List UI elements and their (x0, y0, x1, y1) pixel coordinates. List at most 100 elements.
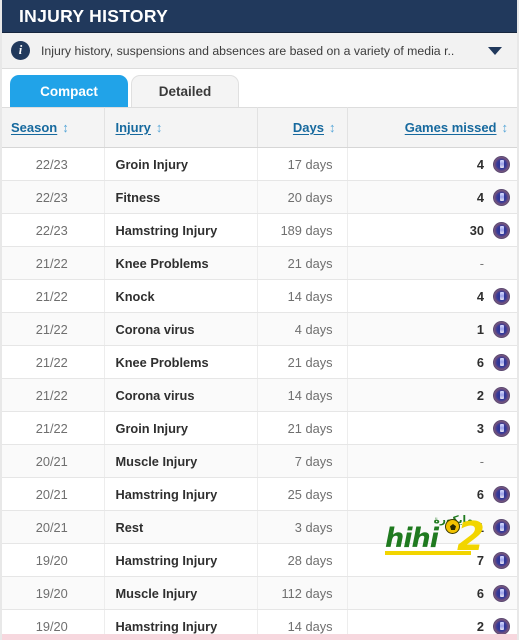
cell-injury: Groin Injury (104, 147, 258, 181)
table-row[interactable]: 22/23 Fitness 20 days 4 (0, 180, 519, 214)
games-missed-value: - (479, 255, 484, 271)
table-row[interactable]: 19/20 Muscle Injury 112 days 6 (0, 576, 519, 610)
table-row[interactable]: 22/23 Groin Injury 17 days 4 (0, 147, 519, 181)
column-header-days-label[interactable]: Days (293, 120, 324, 135)
table-row[interactable]: 22/23 Hamstring Injury 189 days 30 (0, 213, 519, 247)
games-missed-value: 4 (476, 288, 484, 304)
club-crest-icon[interactable] (493, 320, 510, 338)
cell-injury: Corona virus (104, 378, 258, 412)
column-header-season-label[interactable]: Season (11, 120, 57, 135)
cell-days: 28 days (257, 543, 348, 577)
cell-games-missed: 1 (347, 312, 519, 346)
sort-icon-days[interactable]: ↕ (329, 121, 336, 134)
cell-season: 21/22 (0, 312, 105, 346)
club-crest-icon[interactable] (493, 188, 510, 206)
chevron-down-icon[interactable] (485, 41, 505, 61)
column-header-injury-label[interactable]: Injury (116, 120, 151, 135)
column-header-season[interactable]: Season ↕ (0, 107, 105, 148)
table-row[interactable]: 20/21 Muscle Injury 7 days - (0, 444, 519, 478)
cell-days: 21 days (257, 246, 348, 280)
column-header-games-missed[interactable]: Games missed ↕ (347, 107, 519, 148)
club-crest-icon[interactable] (493, 584, 510, 602)
club-crest-icon[interactable] (493, 155, 510, 173)
cell-games-missed: 6 (347, 477, 519, 511)
tab-compact[interactable]: Compact (10, 75, 128, 107)
club-crest-icon[interactable] (493, 221, 510, 239)
table-row[interactable]: 20/21 Rest 3 days 1 (0, 510, 519, 544)
cell-season: 21/22 (0, 378, 105, 412)
club-crest-icon[interactable] (493, 419, 510, 437)
cell-games-missed: 30 (347, 213, 519, 247)
sort-icon-injury[interactable]: ↕ (156, 121, 163, 134)
games-missed-wrapper: 2 (359, 617, 510, 635)
bottom-accent-band (0, 634, 519, 640)
cell-days: 4 days (257, 312, 348, 346)
cell-games-missed: 2 (347, 378, 519, 412)
games-missed-value: 4 (476, 156, 484, 172)
games-missed-value: 30 (469, 222, 484, 238)
cell-season: 22/23 (0, 213, 105, 247)
column-header-injury[interactable]: Injury ↕ (104, 107, 258, 148)
table-row[interactable]: 21/22 Corona virus 14 days 2 (0, 378, 519, 412)
cell-days: 14 days (257, 378, 348, 412)
cell-days: 189 days (257, 213, 348, 247)
table-row[interactable]: 21/22 Knee Problems 21 days - (0, 246, 519, 280)
injury-history-table: Season ↕ Injury ↕ Days ↕ Games missed ↕ … (0, 107, 519, 640)
club-crest-icon[interactable] (493, 485, 510, 503)
table-row[interactable]: 21/22 Groin Injury 21 days 3 (0, 411, 519, 445)
table-header: Season ↕ Injury ↕ Days ↕ Games missed ↕ (0, 107, 519, 148)
cell-days: 21 days (257, 345, 348, 379)
games-missed-value: 1 (476, 321, 484, 337)
cell-season: 22/23 (0, 180, 105, 214)
club-crest-icon[interactable] (493, 617, 510, 635)
club-crest-icon[interactable] (493, 386, 510, 404)
column-header-days[interactable]: Days ↕ (257, 107, 348, 148)
club-crest-icon[interactable] (493, 518, 510, 536)
cell-injury: Corona virus (104, 312, 258, 346)
cell-games-missed: 6 (347, 576, 519, 610)
cell-days: 21 days (257, 411, 348, 445)
table-row[interactable]: 21/22 Corona virus 4 days 1 (0, 312, 519, 346)
info-bar: i Injury history, suspensions and absenc… (0, 33, 519, 69)
cell-games-missed: 7 (347, 543, 519, 577)
tab-detailed[interactable]: Detailed (131, 75, 239, 107)
games-missed-wrapper: 7 (359, 551, 510, 569)
games-missed-wrapper: 4 (359, 287, 510, 305)
games-missed-wrapper: 3 (359, 419, 510, 437)
cell-games-missed: 1 (347, 510, 519, 544)
games-missed-value: 7 (476, 552, 484, 568)
cell-season: 21/22 (0, 246, 105, 280)
table-header-row: Season ↕ Injury ↕ Days ↕ Games missed ↕ (0, 107, 519, 148)
games-missed-wrapper: 1 (359, 320, 510, 338)
sort-icon-season[interactable]: ↕ (62, 121, 69, 134)
games-missed-value: 6 (476, 486, 484, 502)
club-crest-icon[interactable] (493, 353, 510, 371)
cell-games-missed: - (347, 246, 519, 280)
table-body: 22/23 Groin Injury 17 days 4 22/23 Fitness 20 … (0, 147, 519, 640)
club-crest-icon[interactable] (493, 551, 510, 569)
table-row[interactable]: 20/21 Hamstring Injury 25 days 6 (0, 477, 519, 511)
games-missed-wrapper: 2 (359, 386, 510, 404)
club-crest-icon[interactable] (493, 287, 510, 305)
cell-days: 112 days (257, 576, 348, 610)
cell-injury: Hamstring Injury (104, 543, 258, 577)
cell-injury: Knee Problems (104, 246, 258, 280)
column-header-games-missed-label[interactable]: Games missed (405, 120, 497, 135)
cell-days: 7 days (257, 444, 348, 478)
left-page-edge (0, 0, 2, 640)
table-row[interactable]: 21/22 Knee Problems 21 days 6 (0, 345, 519, 379)
cell-season: 19/20 (0, 576, 105, 610)
cell-season: 20/21 (0, 477, 105, 511)
cell-injury: Knee Problems (104, 345, 258, 379)
table-row[interactable]: 19/20 Hamstring Injury 28 days 7 (0, 543, 519, 577)
cell-games-missed: - (347, 444, 519, 478)
games-missed-value: - (479, 453, 484, 469)
cell-days: 20 days (257, 180, 348, 214)
games-missed-wrapper: 1 (359, 518, 510, 536)
cell-injury: Groin Injury (104, 411, 258, 445)
cell-injury: Rest (104, 510, 258, 544)
table-row[interactable]: 21/22 Knock 14 days 4 (0, 279, 519, 313)
games-missed-wrapper: - (359, 453, 511, 470)
sort-icon-games-missed[interactable]: ↕ (502, 121, 509, 134)
cell-season: 22/23 (0, 147, 105, 181)
